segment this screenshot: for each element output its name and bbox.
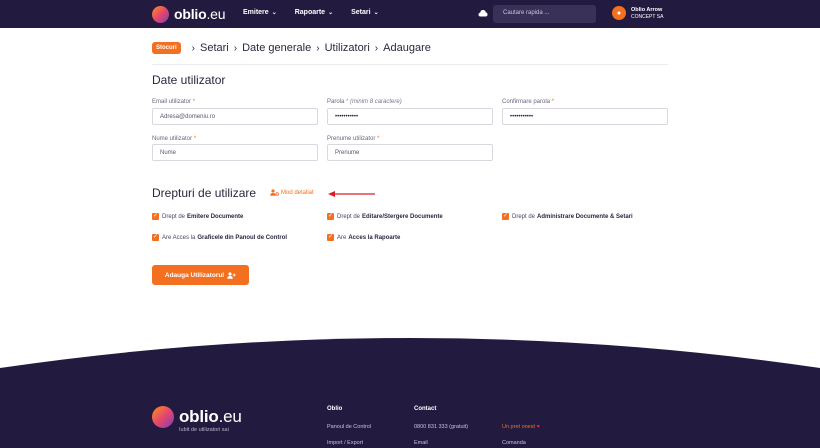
- breadcrumb-adaugare: Adaugare: [383, 42, 431, 54]
- checkbox-checked-icon[interactable]: ✓: [152, 213, 159, 220]
- footer-logo[interactable]: oblio.eu: [152, 406, 242, 428]
- permission-editare[interactable]: ✓ Drept de Editare/Stergere Documente: [327, 213, 443, 220]
- user-data-title: Date utilizator: [152, 73, 226, 87]
- breadcrumb-separator: ›: [316, 42, 320, 54]
- checkbox-checked-icon[interactable]: ✓: [152, 234, 159, 241]
- footer-col-contact-title: Contact: [414, 406, 437, 412]
- top-navbar: oblio.eu Emitere ⌄ Rapoarte ⌄ Setari ⌄ Caut…: [0, 0, 820, 28]
- nav-emitere[interactable]: Emitere ⌄: [243, 9, 277, 16]
- footer-link-phone[interactable]: 0800 831 333 (gratuit): [414, 424, 468, 430]
- permission-grafice[interactable]: ✓ Are Acces la Graficele din Panoul de Co…: [152, 234, 287, 241]
- permission-emitere[interactable]: ✓ Drept de Emitere Documente: [152, 213, 243, 220]
- password-field[interactable]: •••••••••••: [327, 108, 493, 125]
- user-plus-icon: [227, 271, 236, 279]
- logo-tld: .eu: [206, 6, 226, 22]
- user-gear-icon: [270, 189, 279, 196]
- footer-link-pret[interactable]: Un pret onest ♥: [502, 424, 540, 430]
- breadcrumb-badge[interactable]: Stocuri: [152, 42, 181, 54]
- quick-search-input[interactable]: Cautare rapida ...: [493, 5, 596, 23]
- permission-rapoarte[interactable]: ✓ Are Acces la Rapoarte: [327, 234, 400, 241]
- footer-link-comanda[interactable]: Comanda: [502, 440, 526, 446]
- add-user-button[interactable]: Adauga Utilizatorul: [152, 265, 249, 285]
- chevron-down-icon: ⌄: [328, 10, 334, 16]
- logo-ball-icon: [152, 406, 174, 428]
- breadcrumb-separator: ›: [374, 42, 379, 54]
- main-nav: Emitere ⌄ Rapoarte ⌄ Setari ⌄: [243, 9, 397, 16]
- divider: [152, 64, 668, 65]
- footer-link-panou[interactable]: Panoul de Control: [327, 424, 371, 430]
- chevron-down-icon: ⌄: [271, 10, 277, 16]
- permission-administrare[interactable]: ✓ Drept de Administrare Documente & Setar…: [502, 213, 633, 220]
- firstname-label: Prenume utilizator *: [327, 136, 380, 142]
- nav-setari[interactable]: Setari ⌄: [351, 9, 379, 16]
- breadcrumb-setari[interactable]: Setari: [200, 42, 229, 54]
- breadcrumb-separator: ›: [191, 42, 196, 54]
- chevron-down-icon: ⌄: [373, 10, 379, 16]
- email-label: Email utilizator *: [152, 99, 196, 105]
- cloud-icon[interactable]: [478, 9, 488, 17]
- logo-name: oblio: [174, 6, 207, 22]
- breadcrumb-separator: ›: [233, 42, 238, 54]
- lastname-field[interactable]: Nume: [152, 144, 318, 161]
- rights-title: Drepturi de utilizare: [152, 186, 257, 200]
- account-name: Oblio Arrow: [631, 6, 663, 13]
- footer-link-import[interactable]: Import / Export: [327, 440, 363, 446]
- email-field[interactable]: Adresa@domeniu.ro: [152, 108, 318, 125]
- footer-link-email[interactable]: Email: [414, 440, 428, 446]
- footer-wave: [0, 338, 820, 448]
- confirm-password-label: Confirmare parola *: [502, 99, 555, 105]
- breadcrumb: Stocuri › Setari › Date generale › Utili…: [152, 42, 431, 54]
- nav-rapoarte[interactable]: Rapoarte ⌄: [295, 9, 333, 16]
- red-arrow-annotation: [328, 191, 375, 197]
- footer-col-oblio-title: Oblio: [327, 406, 343, 412]
- checkbox-checked-icon[interactable]: ✓: [502, 213, 509, 220]
- confirm-password-field[interactable]: •••••••••••: [502, 108, 668, 125]
- breadcrumb-date-generale[interactable]: Date generale: [242, 42, 311, 54]
- oblio-logo[interactable]: oblio.eu: [152, 5, 226, 23]
- checkbox-checked-icon[interactable]: ✓: [327, 213, 334, 220]
- footer-tagline: Iubit de utilizatori sai: [179, 427, 229, 433]
- account-menu[interactable]: ● Oblio Arrow CONCEPT SA: [612, 6, 663, 20]
- detailed-mode-link[interactable]: Mod detaliat: [270, 189, 314, 196]
- logo-ball-icon: [152, 5, 169, 23]
- breadcrumb-utilizatori[interactable]: Utilizatori: [325, 42, 370, 54]
- account-company: CONCEPT SA: [631, 13, 664, 20]
- user-icon: ●: [612, 6, 626, 20]
- checkbox-checked-icon[interactable]: ✓: [327, 234, 334, 241]
- password-label: Parola * (minim 8 caractere): [327, 99, 402, 105]
- footer: [0, 320, 820, 448]
- heart-icon: ♥: [536, 424, 540, 430]
- firstname-field[interactable]: Prenume: [327, 144, 493, 161]
- lastname-label: Nume utilizator *: [152, 136, 197, 142]
